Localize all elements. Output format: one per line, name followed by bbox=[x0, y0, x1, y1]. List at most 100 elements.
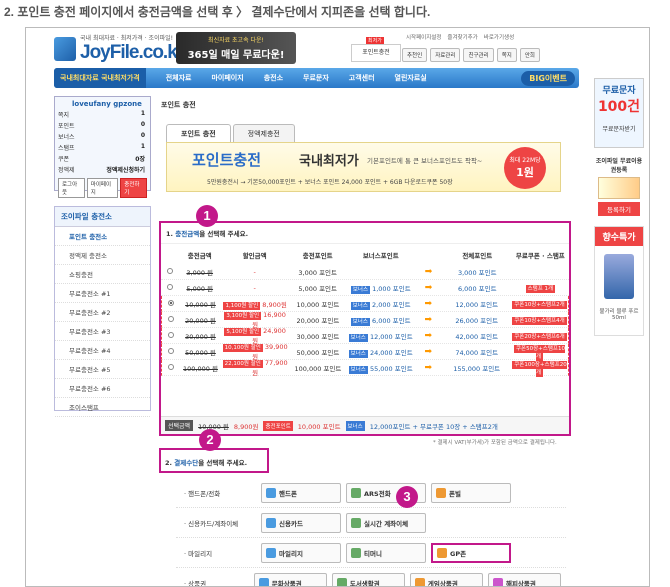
banner-line1: 최신자료 초고속 다운! bbox=[176, 35, 296, 44]
logo-cube-icon bbox=[54, 37, 76, 61]
nav-charge[interactable]: 충전소 bbox=[264, 73, 283, 83]
row-value[interactable]: 1 bbox=[141, 110, 145, 119]
nav-sms[interactable]: 무료문자 bbox=[303, 73, 329, 83]
row-gift: 쿠폰20장+스탬프6개 bbox=[511, 332, 568, 340]
sidebar-item[interactable]: 무료충전소 #5 bbox=[55, 360, 150, 379]
step-badge-1: 1 bbox=[196, 205, 218, 227]
amount-radio[interactable] bbox=[167, 284, 173, 290]
login-row: 스탬프1 bbox=[58, 143, 147, 152]
gift-tag: 쿠폰100장+스탬프20개 bbox=[512, 361, 566, 377]
pay-method-icon bbox=[351, 488, 361, 498]
top-link-fav[interactable]: 즐겨찾기추가 bbox=[447, 33, 477, 41]
charge-button[interactable]: 충전하기 bbox=[120, 178, 147, 198]
amount-radio[interactable] bbox=[167, 268, 173, 274]
row-bonus: 보너스 1,000 포인트 bbox=[347, 283, 414, 293]
row-total: 155,000 포인트 bbox=[443, 363, 511, 373]
row-value[interactable]: 1 bbox=[141, 143, 145, 152]
nav-event[interactable]: BIG이벤트 bbox=[521, 71, 575, 86]
bonus-value: 55,000 포인트 bbox=[370, 365, 413, 373]
nav-open[interactable]: 열린자료실 bbox=[395, 73, 427, 83]
amount-row[interactable]: 3,000 원-3,000 포인트➡3,000 포인트 bbox=[161, 264, 569, 280]
col-price: 충전금액 bbox=[178, 250, 221, 260]
row-value[interactable]: 0장 bbox=[135, 154, 145, 163]
amount-radio[interactable] bbox=[168, 332, 174, 338]
pay-method-button[interactable]: 폰빌 bbox=[431, 483, 511, 503]
sidebar-item[interactable]: 무료충전소 #4 bbox=[55, 341, 150, 360]
coupon-register-button[interactable]: 등록하기 bbox=[598, 202, 640, 216]
quick-friends[interactable]: 친구관리 bbox=[463, 48, 493, 62]
mypage-button[interactable]: 마이페이지 bbox=[87, 178, 118, 198]
nav-lead[interactable]: 국내최대자료 국내최저가격 bbox=[54, 68, 146, 88]
bonus-tag-icon: 보너스 bbox=[349, 350, 368, 358]
step-badge-2: 2 bbox=[199, 429, 221, 451]
main-nav: 국내최대자료 국내최저가격 전체자료 마이페이지 충전소 무료문자 고객센터 열… bbox=[54, 68, 579, 88]
sidebar-item[interactable]: 무료충전소 #1 bbox=[55, 284, 150, 303]
row-charge: 100,000 포인트 bbox=[288, 363, 347, 373]
amount-radio[interactable] bbox=[168, 348, 174, 354]
header-point-charge-button[interactable]: 최저가 포인트충전 bbox=[351, 44, 401, 62]
total-label: 선택금액 bbox=[165, 420, 193, 431]
site-logo[interactable]: 국내 최대자료 · 최저가격 · 조이파일! JoyFile.co.kr bbox=[54, 33, 174, 65]
amount-radio[interactable] bbox=[168, 300, 174, 306]
sidebar-title: 조이파일 충전소 bbox=[55, 207, 150, 227]
logout-button[interactable]: 로그아웃 bbox=[58, 178, 85, 198]
pay-method-button[interactable]: 티머니 bbox=[346, 543, 426, 563]
pay-method-button[interactable]: 신용카드 bbox=[261, 513, 341, 533]
amount-radio[interactable] bbox=[168, 316, 174, 322]
row-charge: 30,000 포인트 bbox=[288, 331, 347, 341]
row-price: 10,000 원 bbox=[179, 299, 222, 309]
quick-message[interactable]: 쪽지 bbox=[497, 48, 517, 62]
banner-line2: 365일 매일 무료다운! bbox=[176, 46, 296, 61]
pay-method-table: · 핸드폰/전화핸드폰ARS전화폰빌· 신용카드/계좌이체신용카드실시간 계좌이… bbox=[176, 478, 566, 587]
col-gift: 무료쿠폰 · 스탬프 bbox=[512, 250, 569, 260]
row-total: 3,000 포인트 bbox=[443, 267, 512, 277]
sms-big: 100건 bbox=[595, 96, 643, 116]
quick-recommend[interactable]: 추천인 bbox=[402, 48, 427, 62]
row-charge: 20,000 포인트 bbox=[288, 315, 347, 325]
pay-method-label: ARS전화 bbox=[364, 488, 391, 498]
nav-support[interactable]: 고객센터 bbox=[349, 73, 375, 83]
pay-method-button[interactable]: 핸드폰 bbox=[261, 483, 341, 503]
pay-method-icon bbox=[337, 578, 347, 587]
amount-row[interactable]: 100,000 원22,100원 할인 77,900원100,000 포인트보너… bbox=[161, 360, 569, 376]
row-value[interactable]: 0 bbox=[141, 121, 145, 130]
coupon-title: 조이파일 무료이용권등록 bbox=[594, 156, 644, 174]
point-charge-label: 포인트충전 bbox=[362, 49, 390, 56]
nav-all[interactable]: 전체자료 bbox=[166, 73, 192, 83]
sidebar-item[interactable]: 포인트 충전소 bbox=[55, 227, 150, 246]
sidebar-item[interactable]: 무료충전소 #3 bbox=[55, 322, 150, 341]
total-charge: 10,000 포인트 bbox=[298, 421, 341, 431]
sidebar-item[interactable]: 무료충전소 #2 bbox=[55, 303, 150, 322]
pay-method-label: 게임상품권 bbox=[428, 578, 458, 587]
bonus-tag-icon: 보너스 bbox=[349, 334, 368, 342]
pay-method-button[interactable]: 마일리지 bbox=[261, 543, 341, 563]
row-label: 보너스 bbox=[58, 132, 75, 141]
sms-ad[interactable]: 무료문자 100건 무료문자받기 bbox=[594, 78, 644, 148]
pay-method-button[interactable]: GP존 bbox=[431, 543, 511, 563]
row-value[interactable]: 0 bbox=[141, 132, 145, 141]
row-gift: 쿠폰100장+스탬프20개 bbox=[511, 360, 568, 376]
table-header: 충전금액 할인금액 충전포인트 보너스포인트 전체포인트 무료쿠폰 · 스탬프 bbox=[161, 243, 569, 264]
tab-point[interactable]: 포인트 충전 bbox=[166, 124, 231, 143]
amount-row[interactable]: 5,000 원-5,000 포인트보너스 1,000 포인트➡6,000 포인트… bbox=[161, 280, 569, 296]
row-value[interactable]: 정액제신청하기 bbox=[106, 165, 145, 174]
top-link-start[interactable]: 시작페이지설정 bbox=[406, 33, 441, 41]
sidebar-item[interactable]: 쇼핑충전 bbox=[55, 265, 150, 284]
quick-help[interactable]: 안희 bbox=[520, 48, 540, 62]
quick-files[interactable]: 자료관리 bbox=[430, 48, 460, 62]
browser-page: 국내 최대자료 · 최저가격 · 조이파일! JoyFile.co.kr 최신자… bbox=[25, 27, 650, 587]
perfume-ad[interactable]: 향수특가 불가리 블루 푸르 50ml bbox=[594, 226, 644, 336]
row-total: 6,000 포인트 bbox=[443, 283, 512, 293]
top-link-shortcut[interactable]: 바로가기생성 bbox=[484, 33, 514, 41]
amount-select-box: 1. 충전금액을 선택해 주세요. 충전금액 할인금액 충전포인트 보너스포인트… bbox=[159, 221, 571, 436]
pay-method-label: 마일리지 bbox=[279, 548, 303, 558]
sidebar-item[interactable]: 정액제 충전소 bbox=[55, 246, 150, 265]
sidebar-item[interactable]: 무료충전소 #6 bbox=[55, 379, 150, 398]
nav-mypage[interactable]: 마이페이지 bbox=[211, 73, 243, 83]
tab-flat[interactable]: 정액제충전 bbox=[233, 124, 295, 143]
pay-method-button[interactable]: 실시간 계좌이체 bbox=[346, 513, 426, 533]
logo-text: JoyFile.co.kr bbox=[80, 42, 183, 64]
header-banner[interactable]: 최신자료 초고속 다운! 365일 매일 무료다운! bbox=[176, 32, 296, 64]
sidebar-item[interactable]: 조이스탬프 bbox=[55, 398, 150, 417]
amount-radio[interactable] bbox=[168, 364, 174, 370]
